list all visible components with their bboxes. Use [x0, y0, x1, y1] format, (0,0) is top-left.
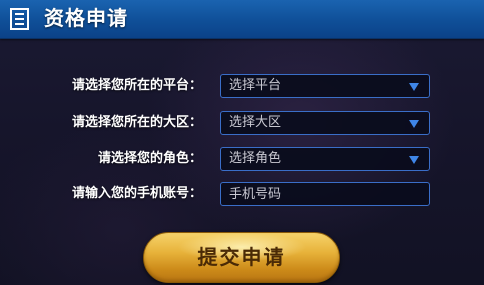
region-select-value: 选择大区 — [229, 115, 282, 130]
header-bar: 资格申请 — [0, 0, 484, 39]
role-label: 请选择您的角色： — [97, 151, 202, 166]
region-select[interactable]: 选择大区 — [220, 111, 430, 135]
phone-label: 请输入您的手机账号： — [71, 186, 202, 201]
chevron-down-icon — [409, 120, 419, 128]
document-list-icon — [10, 8, 29, 30]
role-select[interactable]: 选择角色 — [220, 147, 430, 171]
platform-label: 请选择您所在的平台： — [71, 78, 202, 93]
submit-button[interactable]: 提交申请 — [143, 232, 340, 283]
phone-input[interactable] — [220, 182, 430, 206]
role-select-value: 选择角色 — [229, 151, 282, 166]
chevron-down-icon — [409, 156, 419, 164]
page-title: 资格申请 — [44, 6, 128, 30]
platform-select-value: 选择平台 — [229, 78, 282, 93]
region-label: 请选择您所在的大区： — [71, 115, 202, 130]
chevron-down-icon — [409, 83, 419, 91]
platform-select[interactable]: 选择平台 — [220, 74, 430, 98]
